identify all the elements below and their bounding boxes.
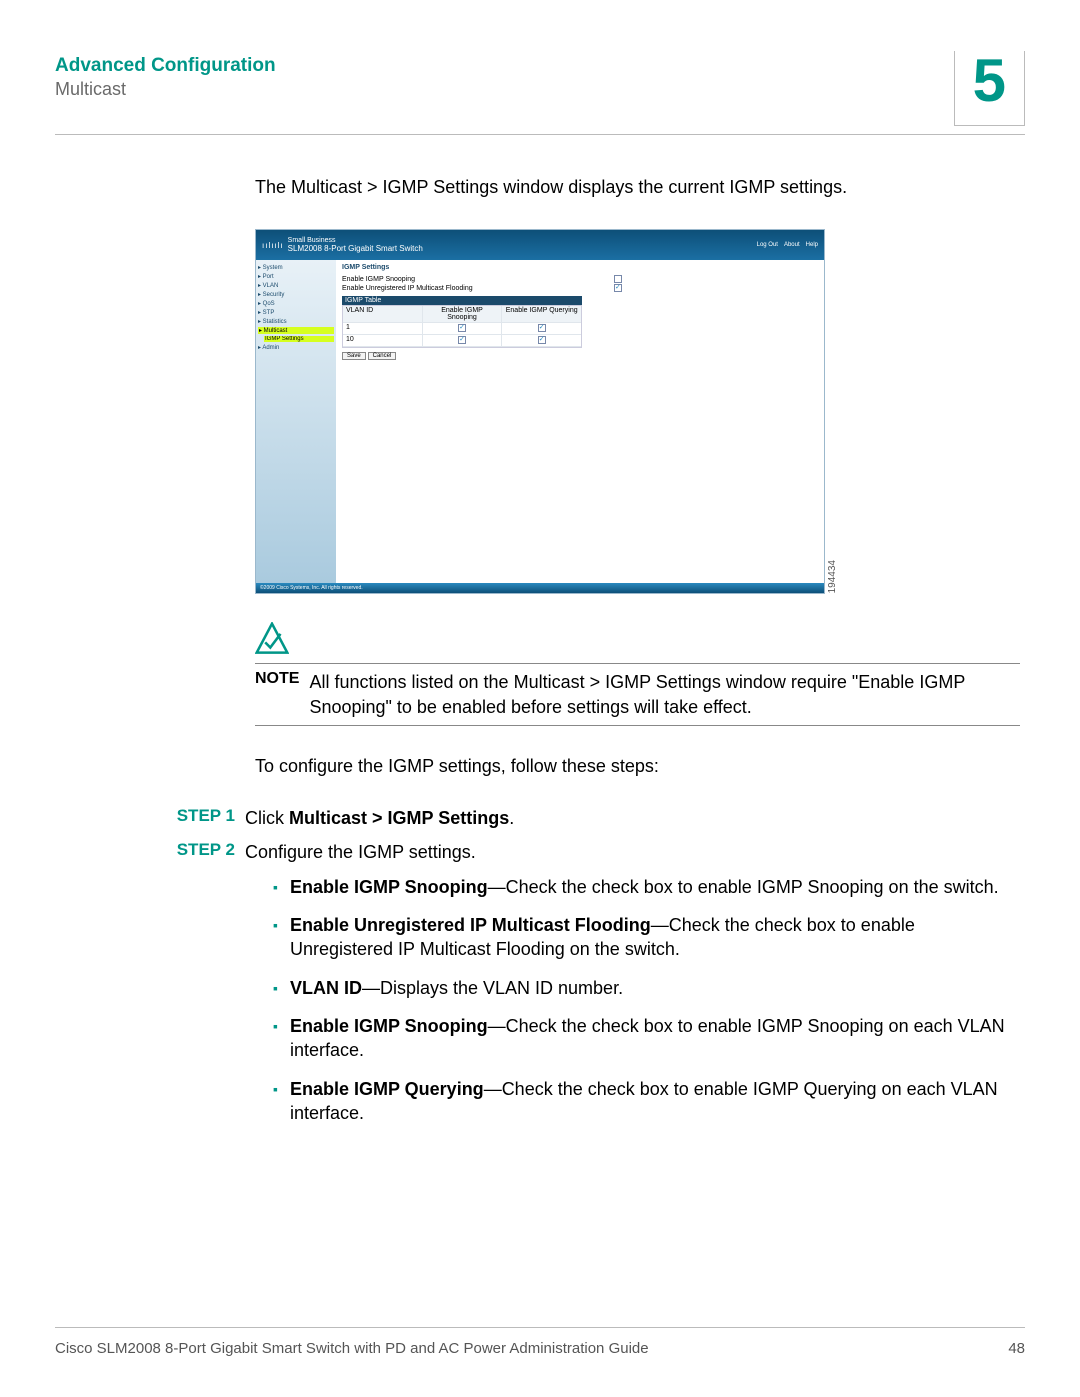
panel-title: IGMP Settings [342,264,818,271]
igmp-table-title: IGMP Table [342,296,582,305]
nav-igmp-settings[interactable]: IGMP Settings [264,336,334,342]
bullet-item: ▪ Enable IGMP Snooping—Check the check b… [273,1014,1020,1063]
step-2-body: Configure the IGMP settings. ▪ Enable IG… [245,840,1025,1139]
footer-left: Cisco SLM2008 8-Port Gigabit Smart Switc… [55,1340,649,1357]
sidebar-nav: ▸ System ▸ Port ▸ VLAN ▸ Security ▸ QoS … [256,260,336,585]
nav-port[interactable]: ▸ Port [258,273,334,280]
opt2-label: Enable Unregistered IP Multicast Floodin… [342,285,473,292]
subsection-title: Multicast [55,79,276,100]
header-rule [55,134,1025,135]
step-1-body: Click Multicast > IGMP Settings. [245,806,1025,830]
nav-security[interactable]: ▸ Security [258,291,334,298]
row1-query-checkbox[interactable] [538,324,546,332]
figure-id: 194434 [827,560,838,593]
opt1-label: Enable IGMP Snooping [342,276,415,283]
note-icon [255,622,289,656]
nav-multicast[interactable]: ▸ Multicast [258,327,334,334]
opt1-checkbox[interactable] [614,275,622,283]
nav-admin[interactable]: ▸ Admin [258,344,334,351]
intro-text: The Multicast > IGMP Settings window dis… [255,175,1020,199]
row2-snoop-checkbox[interactable] [458,336,466,344]
bullet-item: ▪ Enable IGMP Querying—Check the check b… [273,1077,1020,1126]
note-text: All functions listed on the Multicast > … [309,670,1020,719]
bullet-icon: ▪ [273,913,278,937]
bullet-item: ▪ VLAN ID—Displays the VLAN ID number. [273,976,1020,1000]
nav-vlan[interactable]: ▸ VLAN [258,282,334,289]
chapter-number: 5 [973,51,1006,111]
about-link[interactable]: About [784,242,800,248]
nav-stp[interactable]: ▸ STP [258,309,334,316]
opt2-checkbox[interactable] [614,284,622,292]
save-button[interactable]: Save [342,352,366,360]
table-row: 10 [343,335,581,347]
step-2-label: STEP 2 [55,840,245,860]
col-vlanid: VLAN ID [343,306,423,322]
screenshot-footer: ©2009 Cisco Systems, Inc. All rights res… [256,583,824,593]
nav-qos[interactable]: ▸ QoS [258,300,334,307]
nav-statistics[interactable]: ▸ Statistics [258,318,334,325]
prestep-text: To configure the IGMP settings, follow t… [255,754,1020,778]
igmp-screenshot: ıılıılı Small Business SLM2008 8-Port Gi… [255,229,825,594]
igmp-table: VLAN ID Enable IGMP Snooping Enable IGMP… [342,305,582,348]
bullet-icon: ▪ [273,1014,278,1038]
bullet-item: ▪ Enable Unregistered IP Multicast Flood… [273,913,1020,962]
row2-query-checkbox[interactable] [538,336,546,344]
cancel-button[interactable]: Cancel [368,352,397,360]
bullet-icon: ▪ [273,1077,278,1101]
page-number: 48 [1008,1340,1025,1357]
note-label: NOTE [255,670,299,688]
nav-system[interactable]: ▸ System [258,264,334,271]
table-row: 1 [343,323,581,335]
row1-snoop-checkbox[interactable] [458,324,466,332]
cisco-logo: ıılıılı [262,241,284,250]
product-title: SLM2008 8-Port Gigabit Smart Switch [288,244,423,253]
chapter-box: 5 [954,51,1025,126]
bullet-item: ▪ Enable IGMP Snooping—Check the check b… [273,875,1020,899]
col-snoop: Enable IGMP Snooping [423,306,503,322]
help-link[interactable]: Help [806,242,818,248]
bullet-icon: ▪ [273,976,278,1000]
logout-link[interactable]: Log Out [757,242,778,248]
section-title: Advanced Configuration [55,55,276,77]
brand-small: Small Business [288,237,423,244]
step-1-label: STEP 1 [55,806,245,826]
col-query: Enable IGMP Querying [502,306,581,322]
bullet-icon: ▪ [273,875,278,899]
